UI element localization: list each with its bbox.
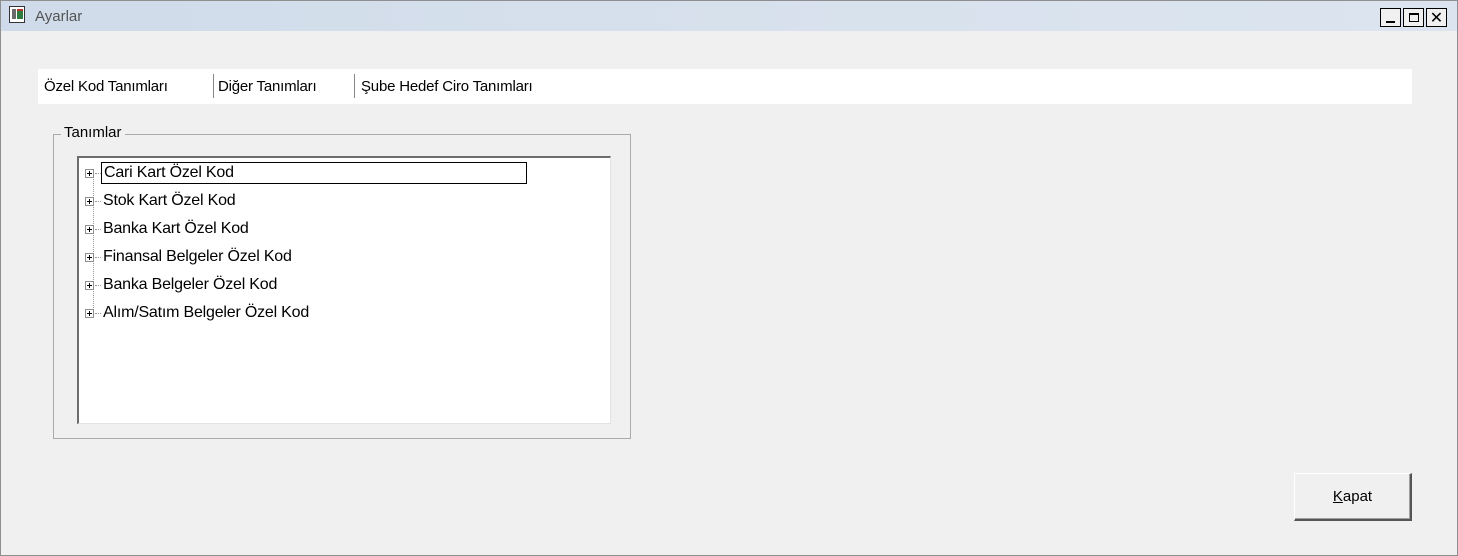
tree-item-label[interactable]: Stok Kart Özel Kod [101,190,237,212]
expand-plus-icon[interactable] [85,225,94,234]
window-controls: ✕ [1378,8,1447,27]
tree-item-label[interactable]: Alım/Satım Belgeler Özel Kod [101,302,311,324]
tree-item-label[interactable]: Cari Kart Özel Kod [101,162,527,184]
tab-separator [354,74,355,98]
groupbox-title: Tanımlar [61,124,125,141]
close-button[interactable]: ✕ [1426,8,1447,27]
tree-connector-line [93,172,94,312]
app-icon[interactable] [9,6,25,23]
close-dialog-button[interactable]: Kapat [1294,473,1412,521]
settings-window: Ayarlar ✕ Özel Kod Tanımları Diğer Tanım… [0,0,1458,556]
maximize-icon [1408,13,1419,22]
minimize-button[interactable] [1380,8,1401,27]
close-icon: ✕ [1429,7,1444,27]
tab-ozel-kod-tanimlari[interactable]: Özel Kod Tanımları [44,78,168,95]
minimize-icon [1386,21,1395,23]
expand-plus-icon[interactable] [85,281,94,290]
title-bar[interactable]: Ayarlar ✕ [1,1,1457,31]
definitions-tree[interactable]: Cari Kart Özel Kod Stok Kart Özel Kod Ba… [77,156,611,424]
tab-separator [213,74,214,98]
tree-item-label[interactable]: Banka Kart Özel Kod [101,218,251,240]
expand-plus-icon[interactable] [85,253,94,262]
close-button-label: apat [1342,488,1373,505]
tab-sube-hedef-ciro-tanimlari[interactable]: Şube Hedef Ciro Tanımları [361,78,533,95]
expand-plus-icon[interactable] [85,197,94,206]
expand-plus-icon[interactable] [85,309,94,318]
window-title: Ayarlar [35,8,83,25]
tree-item-label[interactable]: Finansal Belgeler Özel Kod [101,246,294,268]
close-button-accelerator: K [1332,488,1343,505]
tree-item-label[interactable]: Banka Belgeler Özel Kod [101,274,279,296]
tab-diger-tanimlari[interactable]: Diğer Tanımları [218,78,317,95]
expand-plus-icon[interactable] [85,169,94,178]
tab-strip: Özel Kod Tanımları Diğer Tanımları Şube … [38,69,1412,104]
maximize-button[interactable] [1403,8,1424,27]
